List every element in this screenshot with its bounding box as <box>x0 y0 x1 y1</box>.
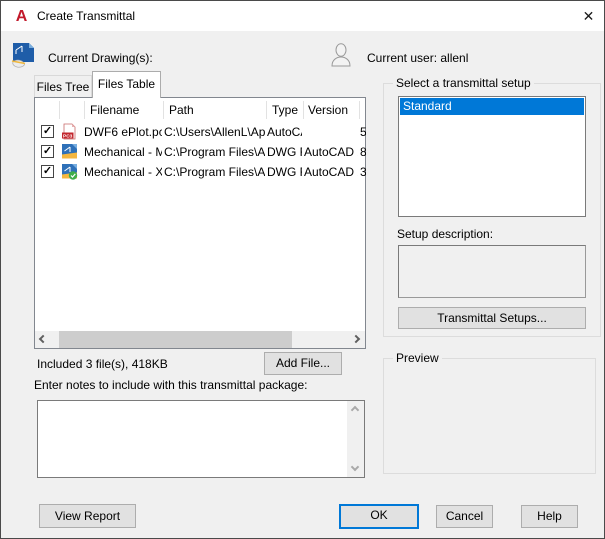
autocad-logo-icon: A <box>13 8 30 25</box>
transmittal-setups-button[interactable]: Transmittal Setups... <box>398 307 586 329</box>
cell-path: C:\Users\AllenL\App <box>164 125 265 139</box>
tab-files-tree[interactable]: Files Tree <box>34 75 92 97</box>
cell-version: AutoCAD 20 <box>304 165 358 179</box>
preview-group-label: Preview <box>393 351 442 365</box>
cell-size-clipped: 5 <box>360 125 366 139</box>
table-row[interactable]: ✓ Mechanical - Xn C:\Program Files\Aut D… <box>35 162 365 182</box>
svg-text:PC3: PC3 <box>63 133 73 139</box>
horizontal-scrollbar[interactable] <box>35 331 365 348</box>
cell-size-clipped: 3 <box>360 165 366 179</box>
setup-description-box <box>398 245 586 298</box>
scroll-up-icon[interactable] <box>351 406 359 414</box>
horizontal-scrollbar-thumb[interactable] <box>59 331 292 348</box>
transmittal-drawings-icon <box>11 41 37 69</box>
included-files-summary: Included 3 file(s), 418KB <box>37 357 168 371</box>
ok-button[interactable]: OK <box>339 504 419 529</box>
create-transmittal-dialog: A Create Transmittal ✕ Current Drawing(s… <box>0 0 605 539</box>
view-report-button[interactable]: View Report <box>39 504 136 528</box>
cell-path: C:\Program Files\Aut <box>164 165 265 179</box>
title-bar: A Create Transmittal ✕ <box>1 1 604 31</box>
column-header-version[interactable]: Version <box>308 103 348 117</box>
row-checkbox[interactable]: ✓ <box>41 165 54 178</box>
scroll-left-icon[interactable] <box>39 335 47 343</box>
table-header-row: Filename Path Type Version <box>35 98 365 122</box>
current-drawings-label: Current Drawing(s): <box>48 51 153 65</box>
cell-version: AutoCAD 20 <box>304 145 358 159</box>
tab-files-table[interactable]: Files Table <box>92 71 161 98</box>
column-header-filename[interactable]: Filename <box>90 103 139 117</box>
table-row[interactable]: ✓ PC3 DWF6 ePlot.pc3 C:\Users\AllenL\App… <box>35 122 365 142</box>
cell-type: DWG File <box>267 165 302 179</box>
add-file-button[interactable]: Add File... <box>264 352 342 375</box>
dwg-file-icon <box>61 143 78 160</box>
notes-vertical-scrollbar[interactable] <box>347 401 364 477</box>
row-checkbox[interactable]: ✓ <box>41 125 54 138</box>
row-checkbox[interactable]: ✓ <box>41 145 54 158</box>
cell-filename: Mechanical - Xn <box>84 165 162 179</box>
column-header-type[interactable]: Type <box>272 103 298 117</box>
notes-input[interactable] <box>37 400 365 478</box>
transmittal-setup-list[interactable]: Standard <box>398 96 586 217</box>
setup-list-item-standard[interactable]: Standard <box>400 98 584 115</box>
cell-filename: DWF6 ePlot.pc3 <box>84 125 162 139</box>
cell-type: AutoCAD <box>267 125 302 139</box>
select-setup-group-label: Select a transmittal setup <box>393 76 534 90</box>
pc3-file-icon: PC3 <box>61 123 78 140</box>
scroll-right-icon[interactable] <box>352 335 360 343</box>
preview-group: Preview <box>383 358 596 474</box>
dwg-xref-file-icon <box>61 163 78 180</box>
current-user-label: Current user: allenl <box>367 51 468 65</box>
cell-size-clipped: 8 <box>360 145 366 159</box>
table-row[interactable]: ✓ Mechanical - Mu C:\Program Files\Aut D… <box>35 142 365 162</box>
cell-type: DWG File <box>267 145 302 159</box>
help-button[interactable]: Help <box>521 505 578 528</box>
column-header-path[interactable]: Path <box>169 103 194 117</box>
close-icon[interactable]: ✕ <box>573 1 604 31</box>
notes-label: Enter notes to include with this transmi… <box>34 378 307 392</box>
window-title: Create Transmittal <box>37 9 135 23</box>
cancel-button[interactable]: Cancel <box>436 505 493 528</box>
setup-description-label: Setup description: <box>397 227 493 241</box>
cell-path: C:\Program Files\Aut <box>164 145 265 159</box>
user-icon <box>330 43 352 67</box>
cell-filename: Mechanical - Mu <box>84 145 162 159</box>
files-table: Filename Path Type Version ✓ PC3 DWF6 eP… <box>34 97 366 349</box>
scroll-down-icon[interactable] <box>351 463 359 471</box>
